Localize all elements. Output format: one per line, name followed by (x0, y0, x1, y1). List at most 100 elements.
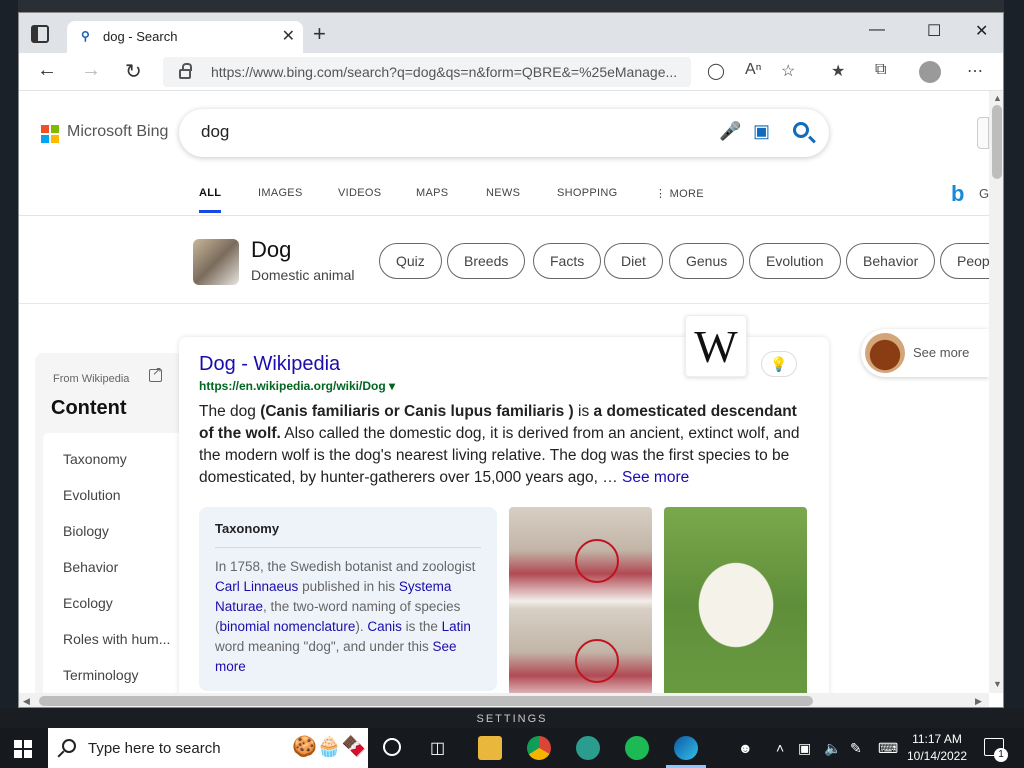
title-bar: ⚲ dog - Search ✕ + — ☐ ✕ (19, 13, 1003, 53)
favorites-icon[interactable]: ★ (831, 61, 845, 81)
chip-quiz[interactable]: Quiz (379, 243, 442, 279)
link-latin[interactable]: Latin (442, 619, 471, 634)
address-bar[interactable]: https://www.bing.com/search?q=dog&qs=n&f… (163, 57, 691, 87)
back-arrow-icon[interactable]: ← (37, 59, 57, 82)
taskbar-search-input[interactable]: Type here to search (88, 740, 221, 757)
see-more-images-pill[interactable]: See more (861, 329, 989, 377)
result-title-link[interactable]: Dog - Wikipedia (199, 353, 340, 376)
contents-item-taxonomy[interactable]: Taxonomy (63, 451, 179, 467)
contents-item-roles[interactable]: Roles with hum... (63, 631, 179, 647)
edge-icon[interactable] (674, 736, 698, 760)
taxonomy-text: In 1758, the Swedish botanist and zoolog… (215, 557, 485, 677)
people-icon[interactable]: ☻ (738, 740, 753, 756)
profile-avatar[interactable] (919, 61, 941, 83)
chip-diet[interactable]: Diet (604, 243, 663, 279)
entity-subtitle: Domestic animal (251, 267, 355, 283)
close-window-button[interactable]: ✕ (975, 21, 988, 41)
visual-search-icon[interactable]: ▣ (753, 121, 770, 142)
forward-arrow-icon[interactable]: → (81, 59, 101, 82)
vertical-scroll-thumb[interactable] (992, 105, 1002, 179)
snippet-mid: is (573, 403, 594, 420)
tab-actions-icon[interactable] (31, 25, 49, 43)
bing-chat-icon[interactable]: b (951, 181, 964, 207)
chip-people[interactable]: Peop (940, 243, 989, 279)
chevron-up-icon[interactable]: ˄ (776, 740, 784, 756)
chrome-icon[interactable] (527, 736, 551, 760)
chip-behavior[interactable]: Behavior (846, 243, 936, 279)
edge-dev-icon[interactable] (576, 736, 600, 760)
white-dog-image[interactable] (664, 507, 807, 693)
volume-icon[interactable]: 🔈 (824, 740, 841, 757)
tab-videos[interactable]: VIDEOS (338, 187, 381, 199)
more-menu-icon[interactable]: ⋯ (967, 61, 983, 81)
search-box[interactable]: dog 🎤 ▣ (179, 109, 829, 157)
tab-close-icon[interactable]: ✕ (282, 26, 295, 46)
search-input[interactable]: dog (201, 122, 229, 142)
search-icon: ⚲ (81, 29, 90, 43)
wikipedia-logo[interactable]: W (685, 315, 747, 377)
tab-maps[interactable]: MAPS (416, 187, 448, 199)
external-link-icon[interactable] (149, 364, 162, 382)
new-tab-button[interactable]: + (313, 21, 326, 47)
chip-facts[interactable]: Facts (533, 243, 602, 279)
add-favorite-icon[interactable]: ☆ (781, 61, 795, 81)
contents-item-ecology[interactable]: Ecology (63, 595, 179, 611)
entity-thumbnail[interactable] (193, 239, 239, 285)
minimize-button[interactable]: — (869, 21, 885, 39)
link-binomial-nomenclature[interactable]: binomial nomenclature (220, 619, 356, 634)
contents-item-terminology[interactable]: Terminology (63, 667, 179, 683)
chip-breeds[interactable]: Breeds (447, 243, 526, 279)
lightbulb-icon[interactable]: 💡 (761, 351, 797, 377)
account-panel-edge[interactable] (977, 117, 989, 149)
refresh-icon[interactable]: ↻ (125, 59, 142, 84)
link-carl-linnaeus[interactable]: Carl Linnaeus (215, 579, 298, 594)
tab-all[interactable]: ALL (199, 187, 221, 199)
task-view-icon[interactable]: ◫ (430, 738, 445, 758)
entity-title[interactable]: Dog (251, 237, 291, 263)
chip-evolution[interactable]: Evolution (749, 243, 841, 279)
read-aloud-icon[interactable]: Aⁿ (745, 61, 762, 79)
cortana-icon[interactable] (383, 738, 401, 756)
search-submit-icon[interactable] (793, 122, 809, 138)
system-clock[interactable]: 11:17 AM 10/14/2022 (906, 731, 968, 765)
chip-genus[interactable]: Genus (669, 243, 745, 279)
spotify-icon[interactable] (625, 736, 649, 760)
network-icon[interactable]: ▣ (798, 740, 811, 757)
taskbar-search-box[interactable]: Type here to search 🍪🧁🍫 (48, 728, 368, 768)
url-text[interactable]: https://www.bing.com/search?q=dog&qs=n&f… (211, 64, 677, 80)
windows-start-icon[interactable] (14, 740, 32, 758)
contents-item-behavior[interactable]: Behavior (63, 559, 179, 575)
tab-more[interactable]: ⋮ MORE (655, 187, 704, 200)
contents-item-biology[interactable]: Biology (63, 523, 179, 539)
scroll-right-arrow-icon[interactable]: ▶ (975, 696, 982, 707)
keyboard-icon[interactable]: ⌨ (878, 740, 898, 757)
horizontal-scrollbar[interactable]: ◀ ▶ (19, 693, 989, 707)
snippet-pre: The dog (199, 403, 261, 420)
snippet-see-more-link[interactable]: See more (622, 469, 689, 486)
tab-news[interactable]: NEWS (486, 187, 520, 199)
result-snippet: The dog (Canis familiaris or Canis lupus… (199, 401, 811, 489)
microphone-icon[interactable]: 🎤 (719, 121, 741, 142)
snippet-bold-names: (Canis familiaris or Canis lupus familia… (260, 403, 574, 420)
collections-icon[interactable]: ⧉ (875, 61, 886, 79)
dog-teeth-image[interactable] (509, 507, 652, 693)
link-canis[interactable]: Canis (367, 619, 402, 634)
search-highlight-icon[interactable]: 🍪🧁🍫 (292, 734, 367, 759)
vertical-scrollbar[interactable]: ▲ ▼ (989, 91, 1003, 693)
file-explorer-icon[interactable] (478, 736, 502, 760)
result-url[interactable]: https://en.wikipedia.org/wiki/Dog ▾ (199, 379, 395, 393)
horizontal-scroll-thumb[interactable] (39, 696, 813, 706)
contents-item-evolution[interactable]: Evolution (63, 487, 179, 503)
tab-images[interactable]: IMAGES (258, 187, 303, 199)
pen-icon[interactable]: ✎ (850, 740, 862, 757)
result-url-text[interactable]: https://en.wikipedia.org/wiki/Dog (199, 379, 386, 393)
scroll-up-arrow-icon[interactable]: ▲ (993, 93, 1002, 103)
scroll-left-arrow-icon[interactable]: ◀ (23, 696, 30, 707)
maximize-button[interactable]: ☐ (927, 21, 941, 41)
scroll-down-arrow-icon[interactable]: ▼ (993, 679, 1002, 689)
browser-tab[interactable]: ⚲ dog - Search ✕ (67, 21, 303, 53)
chevron-down-icon[interactable]: ▾ (389, 379, 395, 393)
tab-shopping[interactable]: SHOPPING (557, 187, 617, 199)
nav-divider (19, 215, 989, 216)
location-pin-icon[interactable]: ◯ (707, 61, 725, 81)
